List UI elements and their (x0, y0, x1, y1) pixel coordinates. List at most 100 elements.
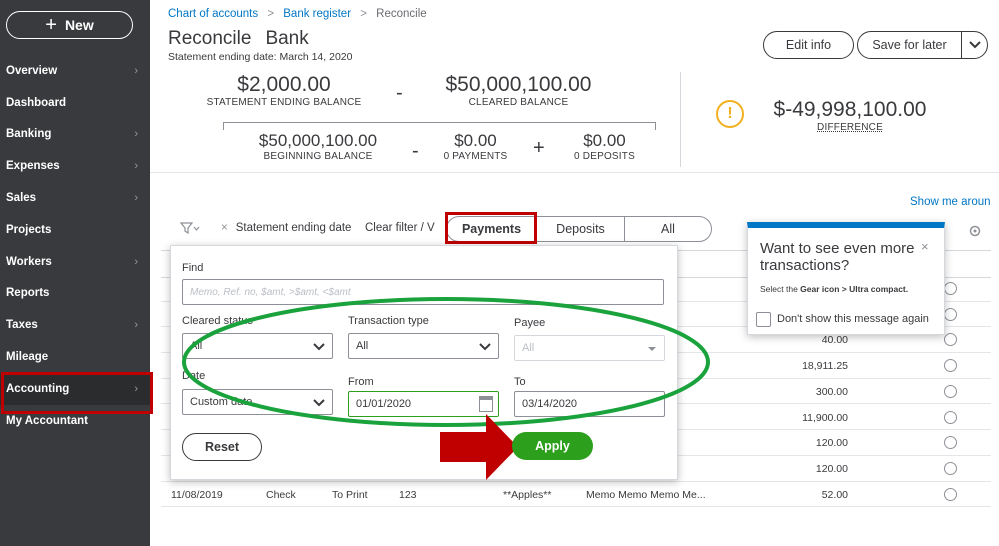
deposits-total: $0.00 0 DEPOSITS (568, 131, 641, 162)
close-icon[interactable]: × (921, 239, 929, 254)
table-row[interactable]: 11/08/2019 Check To Print 123 **Apples** Memo… (161, 482, 991, 508)
statement-ending-label: STATEMENT ENDING BALANCE (206, 97, 362, 108)
plus-operator: + (533, 137, 545, 159)
save-for-later-split-button[interactable]: Save for later (857, 31, 988, 59)
tooltip-body-text: Select the (760, 284, 801, 294)
sidebar-item-expenses[interactable]: Expenses › (0, 150, 150, 182)
sidebar-item-projects[interactable]: Projects (0, 214, 150, 246)
tooltip-body-bold: Gear icon > Ultra compact. (800, 284, 909, 294)
find-label: Find (182, 262, 204, 274)
ultra-compact-tooltip: Want to see even more transactions? × Se… (747, 222, 945, 335)
payments-amount: $0.00 (454, 131, 497, 150)
cell-date: 11/08/2019 (171, 488, 223, 501)
edit-info-button[interactable]: Edit info (763, 31, 854, 59)
cell-ref: To Print (332, 488, 368, 501)
clear-radio[interactable] (944, 359, 957, 373)
new-button-label: New (64, 17, 94, 33)
difference: $-49,998,100.00 DIFFERENCE (760, 98, 940, 133)
sidebar-item-sales[interactable]: Sales › (0, 182, 150, 214)
sidebar-item-dashboard[interactable]: Dashboard (0, 87, 150, 119)
deposits-label: 0 DEPOSITS (574, 151, 635, 162)
apply-button[interactable]: Apply (512, 432, 593, 460)
clear-radio[interactable] (944, 384, 957, 398)
dont-show-label[interactable]: Don't show this message again (777, 313, 929, 325)
chevron-right-icon: › (134, 255, 138, 268)
cell-memo: Memo Memo Memo Me... (586, 488, 706, 501)
save-options-dropdown[interactable] (961, 32, 987, 58)
chevron-right-icon: › (134, 64, 138, 77)
sidebar-item-banking[interactable]: Banking › (0, 119, 150, 151)
page-title-text: Reconcile (168, 28, 252, 49)
new-button[interactable]: + New (6, 11, 133, 39)
gear-icon[interactable] (968, 224, 982, 241)
header-divider (150, 172, 999, 173)
sidebar-item-label: Mileage (6, 351, 49, 364)
sidebar-item-overview[interactable]: Overview › (0, 55, 150, 87)
sidebar-item-mileage[interactable]: Mileage (0, 341, 150, 373)
annotation-box-accounting (1, 372, 153, 414)
statement-ending-balance: $2,000.00 STATEMENT ENDING BALANCE (200, 73, 368, 108)
clear-radio[interactable] (944, 461, 957, 475)
minus-operator: - (412, 140, 419, 162)
beginning-balance: $50,000,100.00 BEGINNING BALANCE (248, 131, 388, 162)
difference-label: DIFFERENCE (817, 122, 883, 133)
clear-radio[interactable] (944, 282, 957, 295)
payments-label: 0 PAYMENTS (443, 151, 508, 162)
chevron-right-icon: › (134, 192, 138, 205)
filter-icon[interactable] (179, 222, 200, 237)
chevron-right-icon: › (134, 160, 138, 173)
breadcrumb-chart-of-accounts[interactable]: Chart of accounts (168, 8, 258, 20)
cell-payee: **Apples** (503, 488, 552, 501)
payments-total: $0.00 0 PAYMENTS (438, 131, 513, 162)
difference-amount: $-49,998,100.00 (773, 98, 927, 121)
dont-show-checkbox[interactable] (756, 312, 771, 327)
cleared-amount: $50,000,100.00 (445, 73, 592, 96)
cell-amount: 300.00 (815, 385, 848, 398)
sidebar-item-reports[interactable]: Reports (0, 278, 150, 310)
clear-filter-link[interactable]: Clear filter / V (365, 222, 435, 234)
plus-icon: + (45, 14, 57, 36)
cell-amount: 11,900.00 (802, 411, 848, 424)
sidebar-item-label: Overview (6, 64, 58, 77)
close-icon[interactable]: × (221, 222, 228, 234)
beginning-amount: $50,000,100.00 (258, 131, 378, 150)
cell-amount: 40.00 (821, 334, 848, 347)
sidebar-item-label: Projects (6, 223, 52, 236)
cell-amount: 52.00 (821, 488, 848, 501)
cell-type: Check (266, 488, 296, 501)
sidebar-item-taxes[interactable]: Taxes › (0, 309, 150, 341)
balance-bracket (223, 122, 656, 130)
filter-chip-label: Statement ending date (235, 222, 352, 234)
show-me-around-link[interactable]: Show me aroun (910, 196, 991, 208)
filter-chip-statement-date[interactable]: × Statement ending date (221, 222, 351, 234)
clear-radio[interactable] (944, 436, 957, 450)
cleared-balance: $50,000,100.00 CLEARED BALANCE (430, 73, 607, 108)
breadcrumb: Chart of accounts > Bank register > Reco… (168, 8, 427, 20)
deposits-amount: $0.00 (583, 131, 626, 150)
tooltip-title: Want to see even more transactions? (760, 240, 915, 274)
sidebar-item-label: Banking (6, 128, 52, 141)
page-title: Reconcile Bank (168, 28, 309, 50)
clear-radio[interactable] (944, 410, 957, 424)
breadcrumb-bank-register[interactable]: Bank register (283, 8, 351, 20)
account-name: Bank (265, 28, 309, 49)
clear-radio[interactable] (944, 487, 957, 501)
sidebar-item-label: Workers (6, 255, 52, 268)
chevron-right-icon: › (134, 319, 138, 332)
sidebar-item-workers[interactable]: Workers › (0, 246, 150, 278)
sidebar: + New Overview › Dashboard Banking › Expenses… (0, 0, 150, 546)
clear-radio[interactable] (944, 307, 957, 321)
clear-radio[interactable] (944, 333, 957, 347)
sidebar-item-label: Reports (6, 287, 50, 300)
minus-operator: - (396, 82, 403, 104)
annotation-box-payments (445, 212, 537, 244)
annotation-arrow (440, 414, 518, 480)
reset-button[interactable]: Reset (182, 433, 262, 461)
tab-all[interactable]: All (625, 217, 711, 241)
chevron-right-icon: › (134, 128, 138, 141)
warning-icon: ! (716, 100, 744, 128)
tab-deposits[interactable]: Deposits (537, 217, 625, 241)
sidebar-item-label: Taxes (6, 319, 38, 332)
cell-amount: 18,911.25 (802, 360, 848, 373)
save-for-later-button[interactable]: Save for later (858, 38, 961, 52)
